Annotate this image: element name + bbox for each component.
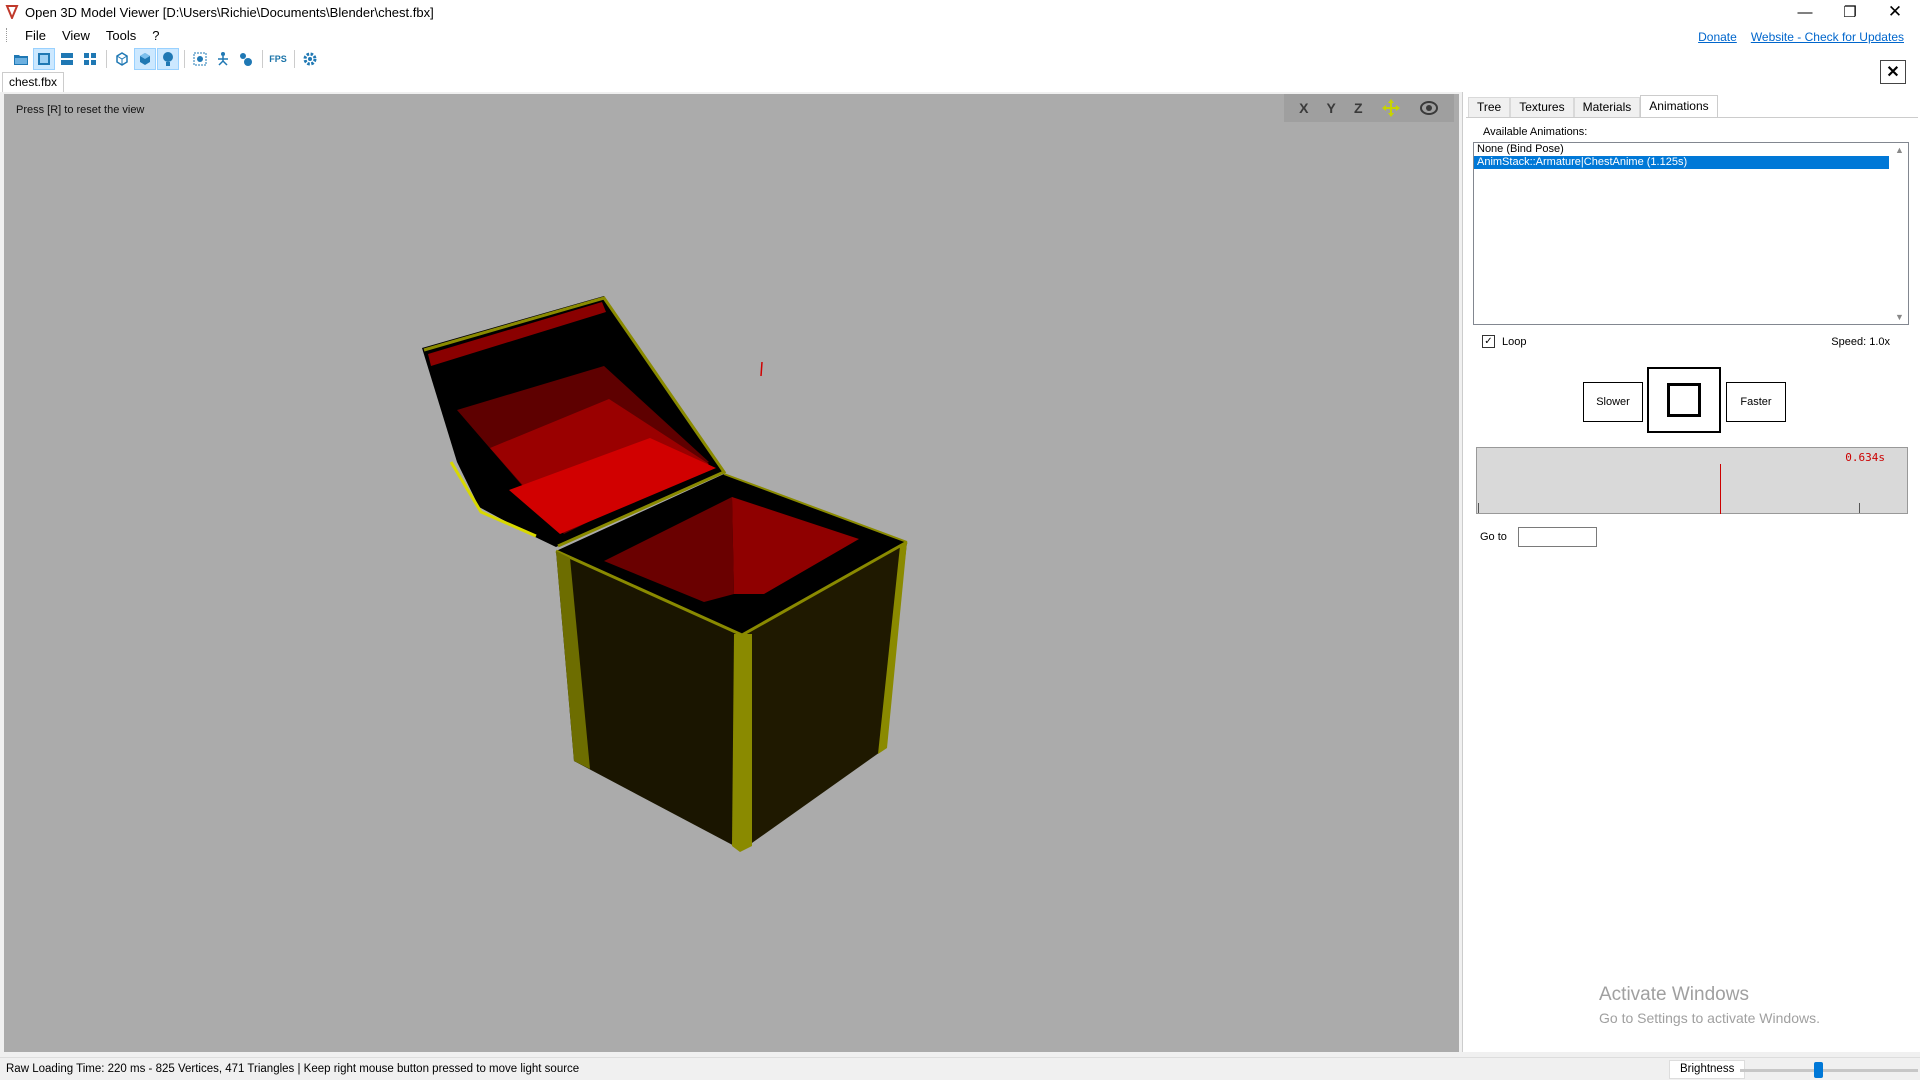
goto-label: Go to [1480,531,1507,543]
title-bar: Open 3D Model Viewer [D:\Users\Richie\Do… [0,0,1920,24]
skeleton-icon [218,52,228,66]
tab-materials[interactable]: Materials [1573,97,1641,117]
goto-control: Go to [1480,527,1597,547]
document-tab-strip: chest.fbx ✕ [0,60,1920,92]
tab-textures[interactable]: Textures [1510,97,1574,117]
close-window-button[interactable]: ✕ [1872,0,1918,24]
settings-button[interactable] [299,48,321,70]
timeline-cursor[interactable] [1720,464,1721,514]
brightness-label: Brightness [1669,1060,1746,1079]
open-file-icon [14,55,28,65]
donate-link[interactable]: Donate [1698,30,1737,44]
shader-icon [240,53,252,66]
menu-grip [6,28,9,42]
tab-tree[interactable]: Tree [1468,97,1511,117]
timeline-start-tick [1478,503,1479,513]
close-document-button[interactable]: ✕ [1880,60,1906,84]
side-panel: Tree Textures Materials Animations Avail… [1462,92,1920,1052]
skeleton-button[interactable] [212,48,234,70]
watermark-line2: Go to Settings to activate Windows. [1599,1010,1820,1026]
wireframe-button[interactable] [111,48,133,70]
scroll-up-icon[interactable]: ▲ [1895,145,1904,155]
slider-track [1740,1069,1918,1072]
slower-button[interactable]: Slower [1583,382,1643,422]
solid-icon [140,53,150,65]
status-bar: Raw Loading Time: 220 ms - 825 Vertices,… [0,1057,1920,1080]
window-title: Open 3D Model Viewer [D:\Users\Richie\Do… [25,4,434,20]
timeline-time: 0.634s [1845,451,1885,464]
animation-timeline[interactable]: 0.634s [1476,447,1908,514]
status-text: Raw Loading Time: 220 ms - 825 Vertices,… [6,1063,580,1075]
center-view-button[interactable] [189,48,211,70]
toolbar-separator [262,50,263,68]
watermark-line1: Activate Windows [1599,984,1749,1005]
single-view-button[interactable] [33,48,55,70]
animation-list[interactable]: None (Bind Pose) AnimStack::Armature|Che… [1473,142,1909,325]
tab-divider [1466,117,1918,118]
chest-model [422,296,908,852]
3d-viewport[interactable]: Press [R] to reset the view X Y Z [4,94,1459,1052]
loop-label: Loop [1502,335,1527,348]
single-view-icon [38,53,50,65]
app-icon [5,5,19,19]
settings-icon [303,52,317,66]
menu-bar: File View Tools ? Donate Website - Check… [0,24,1920,46]
faster-button[interactable]: Faster [1726,382,1786,422]
animation-item-bind-pose[interactable]: None (Bind Pose) [1474,143,1889,156]
toolbar-separator [184,50,185,68]
activate-windows-watermark: Activate Windows Go to Settings to activ… [1599,984,1820,1026]
brightness-slider[interactable] [1740,1062,1918,1078]
website-link[interactable]: Website - Check for Updates [1751,30,1904,44]
goto-input[interactable] [1517,527,1597,547]
solid-button[interactable] [134,48,156,70]
fps-button[interactable]: FPS [267,48,289,70]
speed-readout: Speed: 1.0x [1831,336,1890,348]
stop-button[interactable] [1647,367,1721,433]
toolbar: FPS [0,46,1920,72]
panel-tabs: Tree Textures Materials Animations [1468,95,1718,117]
available-animations-label: Available Animations: [1483,126,1588,138]
toolbar-separator [294,50,295,68]
timeline-end-tick [1859,503,1860,513]
wireframe-icon [116,52,128,66]
minimize-button[interactable]: — [1782,0,1828,24]
scroll-down-icon[interactable]: ▼ [1895,312,1904,322]
lighting-button[interactable] [157,48,179,70]
menu-help[interactable]: ? [144,28,167,43]
two-views-button[interactable] [56,48,78,70]
list-scrollbar[interactable]: ▲ ▼ [1891,143,1908,324]
four-views-button[interactable] [79,48,101,70]
fps-icon: FPS [269,54,287,64]
header-links: Donate Website - Check for Updates [1698,30,1904,44]
center-view-icon [193,52,207,66]
loop-control[interactable]: ✓ Loop [1482,335,1526,348]
menu-view[interactable]: View [54,28,98,43]
tab-animations[interactable]: Animations [1640,95,1718,117]
slider-thumb[interactable] [1814,1062,1823,1078]
four-views-icon [84,53,96,65]
document-tab[interactable]: chest.fbx [2,72,65,92]
toolbar-separator [106,50,107,68]
menu-file[interactable]: File [17,28,54,43]
light-bulb-icon [163,52,173,66]
open-file-button[interactable] [10,48,32,70]
animation-item-chest-anime[interactable]: AnimStack::Armature|ChestAnime (1.125s) [1474,156,1889,169]
shader-button[interactable] [235,48,257,70]
stop-icon [1667,383,1701,417]
menu-tools[interactable]: Tools [98,28,144,43]
loop-checkbox[interactable]: ✓ [1482,335,1495,348]
checkmark-icon: ✓ [1484,335,1493,347]
maximize-button[interactable]: ❐ [1827,0,1873,24]
two-views-icon [61,53,73,65]
